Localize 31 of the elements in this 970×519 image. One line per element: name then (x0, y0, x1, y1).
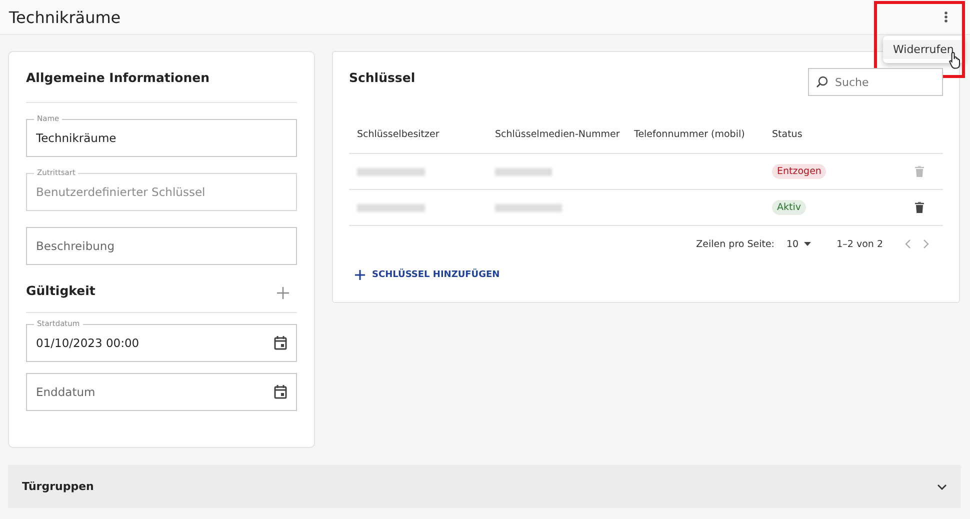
redacted-text (495, 204, 562, 212)
column-header: Telefonnummer (mobil) (634, 129, 746, 140)
status-chip: Entzogen (772, 164, 826, 179)
more-options-icon[interactable] (944, 11, 948, 23)
column-header: Status (772, 129, 804, 140)
search-field[interactable]: Suche (808, 68, 943, 96)
add-icon[interactable] (277, 287, 289, 299)
section-title: Schlüssel (349, 70, 416, 85)
door-groups-accordion[interactable]: Türgruppen (8, 465, 961, 508)
calendar-icon[interactable] (274, 336, 287, 350)
delete-icon[interactable] (915, 202, 924, 213)
date-field[interactable]: Enddatum (26, 373, 297, 411)
calendar-icon[interactable] (274, 385, 287, 399)
column-header: Schlüsselmedien-Nummer (495, 129, 621, 140)
text-field[interactable]: Beschreibung (26, 227, 297, 265)
dropdown-icon (804, 242, 811, 246)
section-title: Gültigkeit (26, 282, 96, 298)
column-header: Schlüsselbesitzer (357, 129, 440, 140)
chevron-icon (937, 484, 947, 490)
rows-per-page-label: Zeilen pro Seite: (696, 238, 775, 250)
page-range: 1–2 von 2 (836, 238, 883, 250)
page-title: Technikräume (9, 8, 121, 26)
menu-item[interactable]: Widerrufen (883, 40, 964, 59)
redacted-text (495, 168, 552, 176)
rows-per-page-select[interactable]: 10 (786, 238, 811, 250)
status-chip: Aktiv (772, 200, 806, 215)
redacted-text (357, 168, 425, 176)
redacted-text (357, 204, 425, 212)
add-key-button[interactable]: SCHLÜSSEL HINZUFÜGEN (349, 266, 506, 284)
section-title: Allgemeine Informationen (26, 70, 211, 85)
add-icon (355, 270, 365, 280)
